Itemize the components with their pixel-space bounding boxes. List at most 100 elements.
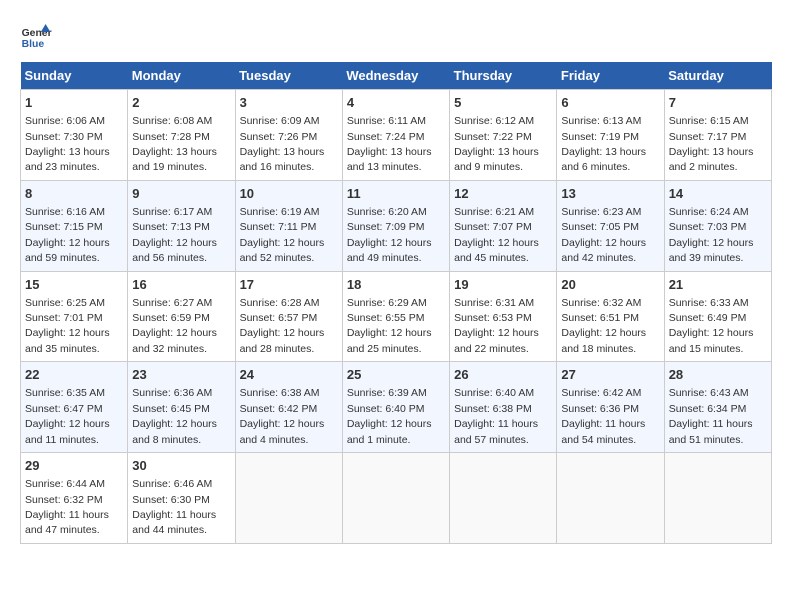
day-number: 23 xyxy=(132,366,230,384)
calendar-cell: 28Sunrise: 6:43 AM Sunset: 6:34 PM Dayli… xyxy=(664,362,771,453)
weekday-header-friday: Friday xyxy=(557,62,664,90)
weekday-header-tuesday: Tuesday xyxy=(235,62,342,90)
day-number: 12 xyxy=(454,185,552,203)
day-number: 3 xyxy=(240,94,338,112)
day-number: 2 xyxy=(132,94,230,112)
logo-icon: General Blue xyxy=(20,20,52,52)
day-number: 20 xyxy=(561,276,659,294)
day-number: 4 xyxy=(347,94,445,112)
weekday-header-monday: Monday xyxy=(128,62,235,90)
day-number: 8 xyxy=(25,185,123,203)
calendar-cell: 5 Sunrise: 6:12 AM Sunset: 7:22 PM Daylig… xyxy=(450,90,557,181)
calendar-cell: 15Sunrise: 6:25 AM Sunset: 7:01 PM Dayli… xyxy=(21,271,128,362)
day-number: 14 xyxy=(669,185,767,203)
day-info: Sunrise: 6:43 AM Sunset: 6:34 PM Dayligh… xyxy=(669,387,753,445)
day-info: Sunrise: 6:08 AM Sunset: 7:28 PM Dayligh… xyxy=(132,115,217,173)
calendar-cell xyxy=(450,453,557,544)
calendar-cell: 19 Sunrise: 6:31 AM Sunset: 6:53 PM Dayli… xyxy=(450,271,557,362)
calendar-cell: 21 Sunrise: 6:33 AM Sunset: 6:49 PM Dayli… xyxy=(664,271,771,362)
day-info: Sunrise: 6:15 AM Sunset: 7:17 PM Dayligh… xyxy=(669,115,754,173)
day-number: 10 xyxy=(240,185,338,203)
calendar-cell: 20 Sunrise: 6:32 AM Sunset: 6:51 PM Dayli… xyxy=(557,271,664,362)
calendar-cell: 17 Sunrise: 6:28 AM Sunset: 6:57 PM Dayli… xyxy=(235,271,342,362)
calendar-week-3: 15Sunrise: 6:25 AM Sunset: 7:01 PM Dayli… xyxy=(21,271,772,362)
day-number: 21 xyxy=(669,276,767,294)
day-number: 9 xyxy=(132,185,230,203)
calendar-week-1: 1 Sunrise: 6:06 AM Sunset: 7:30 PM Daylig… xyxy=(21,90,772,181)
calendar-cell: 12Sunrise: 6:21 AM Sunset: 7:07 PM Dayli… xyxy=(450,180,557,271)
day-info: Sunrise: 6:29 AM Sunset: 6:55 PM Dayligh… xyxy=(347,297,432,355)
weekday-header-sunday: Sunday xyxy=(21,62,128,90)
day-info: Sunrise: 6:17 AM Sunset: 7:13 PM Dayligh… xyxy=(132,206,217,264)
calendar-cell: 7Sunrise: 6:15 AM Sunset: 7:17 PM Daylig… xyxy=(664,90,771,181)
day-info: Sunrise: 6:38 AM Sunset: 6:42 PM Dayligh… xyxy=(240,387,325,445)
calendar-cell: 10 Sunrise: 6:19 AM Sunset: 7:11 PM Dayli… xyxy=(235,180,342,271)
day-info: Sunrise: 6:19 AM Sunset: 7:11 PM Dayligh… xyxy=(240,206,325,264)
calendar-cell: 8 Sunrise: 6:16 AM Sunset: 7:15 PM Daylig… xyxy=(21,180,128,271)
calendar-cell: 18 Sunrise: 6:29 AM Sunset: 6:55 PM Dayli… xyxy=(342,271,449,362)
day-number: 11 xyxy=(347,185,445,203)
weekday-header-saturday: Saturday xyxy=(664,62,771,90)
day-number: 22 xyxy=(25,366,123,384)
calendar-cell: 27Sunrise: 6:42 AM Sunset: 6:36 PM Dayli… xyxy=(557,362,664,453)
day-info: Sunrise: 6:12 AM Sunset: 7:22 PM Dayligh… xyxy=(454,115,539,173)
calendar-cell xyxy=(664,453,771,544)
day-number: 1 xyxy=(25,94,123,112)
logo: General Blue xyxy=(20,20,52,52)
weekday-header-wednesday: Wednesday xyxy=(342,62,449,90)
day-number: 26 xyxy=(454,366,552,384)
day-number: 18 xyxy=(347,276,445,294)
calendar-cell: 4 Sunrise: 6:11 AM Sunset: 7:24 PM Daylig… xyxy=(342,90,449,181)
weekday-header-row: SundayMondayTuesdayWednesdayThursdayFrid… xyxy=(21,62,772,90)
calendar-cell: 14 Sunrise: 6:24 AM Sunset: 7:03 PM Dayli… xyxy=(664,180,771,271)
day-info: Sunrise: 6:28 AM Sunset: 6:57 PM Dayligh… xyxy=(240,297,325,355)
calendar-cell: 6 Sunrise: 6:13 AM Sunset: 7:19 PM Daylig… xyxy=(557,90,664,181)
day-number: 25 xyxy=(347,366,445,384)
day-info: Sunrise: 6:13 AM Sunset: 7:19 PM Dayligh… xyxy=(561,115,646,173)
calendar-cell: 25 Sunrise: 6:39 AM Sunset: 6:40 PM Dayli… xyxy=(342,362,449,453)
day-number: 29 xyxy=(25,457,123,475)
calendar-cell: 13Sunrise: 6:23 AM Sunset: 7:05 PM Dayli… xyxy=(557,180,664,271)
calendar-cell: 24Sunrise: 6:38 AM Sunset: 6:42 PM Dayli… xyxy=(235,362,342,453)
calendar-week-5: 29Sunrise: 6:44 AM Sunset: 6:32 PM Dayli… xyxy=(21,453,772,544)
page-header: General Blue xyxy=(20,20,772,52)
calendar-cell: 22 Sunrise: 6:35 AM Sunset: 6:47 PM Dayli… xyxy=(21,362,128,453)
calendar-cell xyxy=(235,453,342,544)
day-info: Sunrise: 6:23 AM Sunset: 7:05 PM Dayligh… xyxy=(561,206,646,264)
calendar-cell: 26 Sunrise: 6:40 AM Sunset: 6:38 PM Dayli… xyxy=(450,362,557,453)
day-info: Sunrise: 6:16 AM Sunset: 7:15 PM Dayligh… xyxy=(25,206,110,264)
day-info: Sunrise: 6:31 AM Sunset: 6:53 PM Dayligh… xyxy=(454,297,539,355)
calendar-cell xyxy=(342,453,449,544)
calendar-cell: 3 Sunrise: 6:09 AM Sunset: 7:26 PM Daylig… xyxy=(235,90,342,181)
day-number: 15 xyxy=(25,276,123,294)
day-info: Sunrise: 6:35 AM Sunset: 6:47 PM Dayligh… xyxy=(25,387,110,445)
calendar-cell: 1 Sunrise: 6:06 AM Sunset: 7:30 PM Daylig… xyxy=(21,90,128,181)
day-number: 19 xyxy=(454,276,552,294)
calendar-table: SundayMondayTuesdayWednesdayThursdayFrid… xyxy=(20,62,772,544)
day-number: 17 xyxy=(240,276,338,294)
calendar-body: 1 Sunrise: 6:06 AM Sunset: 7:30 PM Daylig… xyxy=(21,90,772,544)
calendar-cell: 9 Sunrise: 6:17 AM Sunset: 7:13 PM Daylig… xyxy=(128,180,235,271)
day-info: Sunrise: 6:06 AM Sunset: 7:30 PM Dayligh… xyxy=(25,115,110,173)
day-info: Sunrise: 6:09 AM Sunset: 7:26 PM Dayligh… xyxy=(240,115,325,173)
day-number: 5 xyxy=(454,94,552,112)
day-info: Sunrise: 6:32 AM Sunset: 6:51 PM Dayligh… xyxy=(561,297,646,355)
calendar-cell: 2 Sunrise: 6:08 AM Sunset: 7:28 PM Daylig… xyxy=(128,90,235,181)
day-info: Sunrise: 6:20 AM Sunset: 7:09 PM Dayligh… xyxy=(347,206,432,264)
calendar-cell: 11 Sunrise: 6:20 AM Sunset: 7:09 PM Dayli… xyxy=(342,180,449,271)
day-number: 6 xyxy=(561,94,659,112)
day-info: Sunrise: 6:33 AM Sunset: 6:49 PM Dayligh… xyxy=(669,297,754,355)
day-info: Sunrise: 6:39 AM Sunset: 6:40 PM Dayligh… xyxy=(347,387,432,445)
calendar-cell: 30Sunrise: 6:46 AM Sunset: 6:30 PM Dayli… xyxy=(128,453,235,544)
day-info: Sunrise: 6:40 AM Sunset: 6:38 PM Dayligh… xyxy=(454,387,538,445)
day-info: Sunrise: 6:46 AM Sunset: 6:30 PM Dayligh… xyxy=(132,478,216,536)
weekday-header-thursday: Thursday xyxy=(450,62,557,90)
day-info: Sunrise: 6:24 AM Sunset: 7:03 PM Dayligh… xyxy=(669,206,754,264)
calendar-cell: 23Sunrise: 6:36 AM Sunset: 6:45 PM Dayli… xyxy=(128,362,235,453)
day-info: Sunrise: 6:11 AM Sunset: 7:24 PM Dayligh… xyxy=(347,115,432,173)
calendar-cell: 16Sunrise: 6:27 AM Sunset: 6:59 PM Dayli… xyxy=(128,271,235,362)
calendar-cell xyxy=(557,453,664,544)
day-info: Sunrise: 6:42 AM Sunset: 6:36 PM Dayligh… xyxy=(561,387,645,445)
calendar-week-4: 22 Sunrise: 6:35 AM Sunset: 6:47 PM Dayli… xyxy=(21,362,772,453)
calendar-week-2: 8 Sunrise: 6:16 AM Sunset: 7:15 PM Daylig… xyxy=(21,180,772,271)
